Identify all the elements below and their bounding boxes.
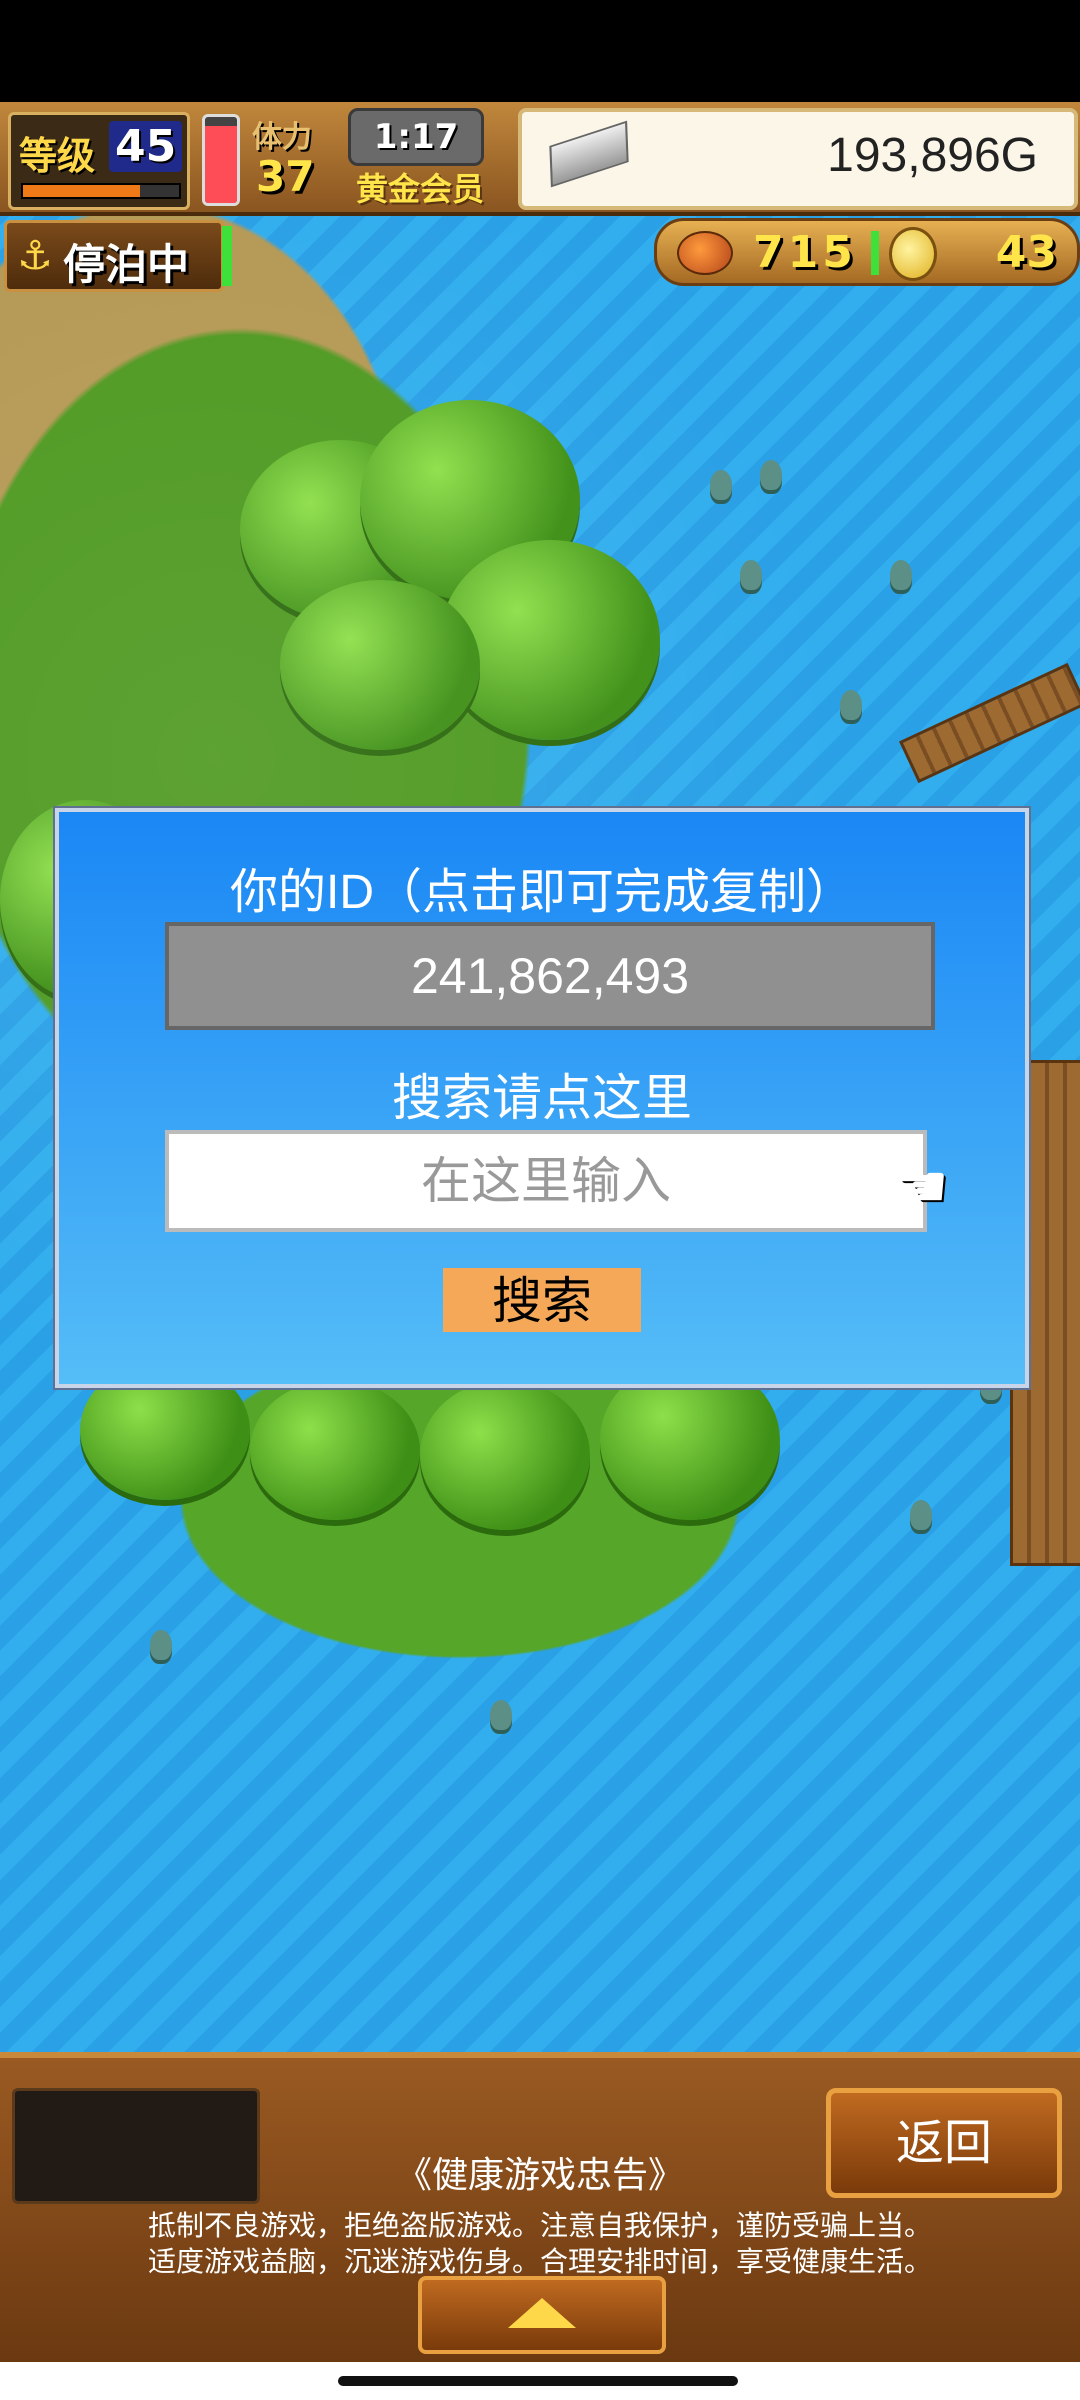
level-progress-bar <box>21 183 181 199</box>
timer: 1:17 <box>348 108 484 166</box>
tree <box>440 540 660 740</box>
stamina-value: 37 <box>256 152 315 201</box>
pointing-hand-icon: ☚ <box>895 1152 949 1222</box>
search-input[interactable] <box>165 1130 927 1232</box>
player-id-copy-button[interactable]: 241,862,493 <box>165 922 935 1030</box>
rock <box>760 460 782 490</box>
home-indicator[interactable] <box>338 2376 738 2386</box>
search-button[interactable]: 搜索 <box>443 1268 641 1332</box>
stamina-tube <box>202 114 240 206</box>
anchor-status-label: 停泊中 <box>63 240 190 289</box>
tree <box>280 580 480 750</box>
id-search-dialog: 你的ID（点击即可完成复制） 241,862,493 搜索请点这里 ☚ 搜索 <box>55 808 1029 1388</box>
health-notice-line-2: 适度游戏益脑，沉迷游戏伤身。合理安排时间，享受健康生活。 <box>147 2245 932 2278</box>
dialog-title: 你的ID（点击即可完成复制） <box>229 866 854 919</box>
gold-amount: 193,896G <box>827 129 1038 182</box>
top-hud: 等级 45 体力 37 1:17 黄金会员 193,896G <box>0 102 1080 216</box>
system-nav-bar <box>0 2362 1080 2400</box>
rock <box>890 560 912 590</box>
bottom-panel: 返回 《健康游戏忠告》 抵制不良游戏，拒绝盗版游戏。注意自我保护，谨防受骗上当。… <box>0 2052 1080 2368</box>
level-value: 45 <box>109 121 183 172</box>
fish-icon <box>677 231 733 275</box>
stamina-tube-fill <box>205 125 237 203</box>
resource-separator <box>871 231 879 275</box>
gold-panel[interactable]: 193,896G <box>518 108 1078 210</box>
rock <box>710 470 732 500</box>
coin-count: 43 <box>995 227 1057 278</box>
silver-ingot-icon <box>549 120 629 188</box>
rock <box>490 1700 512 1730</box>
health-notice-title: 《健康游戏忠告》 <box>395 2155 684 2196</box>
wooden-pier <box>898 662 1080 784</box>
rock <box>740 560 762 590</box>
resource-panel[interactable]: 715 43 <box>654 218 1080 286</box>
level-label: 等级 <box>19 134 96 178</box>
tree <box>250 1380 420 1520</box>
level-panel[interactable]: 等级 45 <box>8 112 190 210</box>
food-count: 715 <box>753 227 857 278</box>
rock <box>910 1500 932 1530</box>
coin-icon <box>889 227 937 281</box>
tree <box>360 400 580 600</box>
rock <box>150 1630 172 1660</box>
anchor-status-button[interactable]: ⚓ 停泊中 <box>4 220 224 292</box>
tree <box>240 440 440 620</box>
rock <box>840 690 862 720</box>
status-indicator <box>222 226 232 286</box>
status-bar <box>0 0 1080 102</box>
stamina-label: 体力 <box>252 120 312 155</box>
health-notice-line-1: 抵制不良游戏，拒绝盗版游戏。注意自我保护，谨防受骗上当。 <box>147 2209 932 2242</box>
anchor-icon: ⚓ <box>17 233 53 279</box>
tree <box>420 1380 590 1530</box>
level-progress-fill <box>23 185 140 197</box>
expand-menu-button[interactable] <box>418 2276 666 2354</box>
membership-badge[interactable]: 黄金会员 <box>356 164 484 210</box>
search-label: 搜索请点这里 <box>392 1069 692 1127</box>
